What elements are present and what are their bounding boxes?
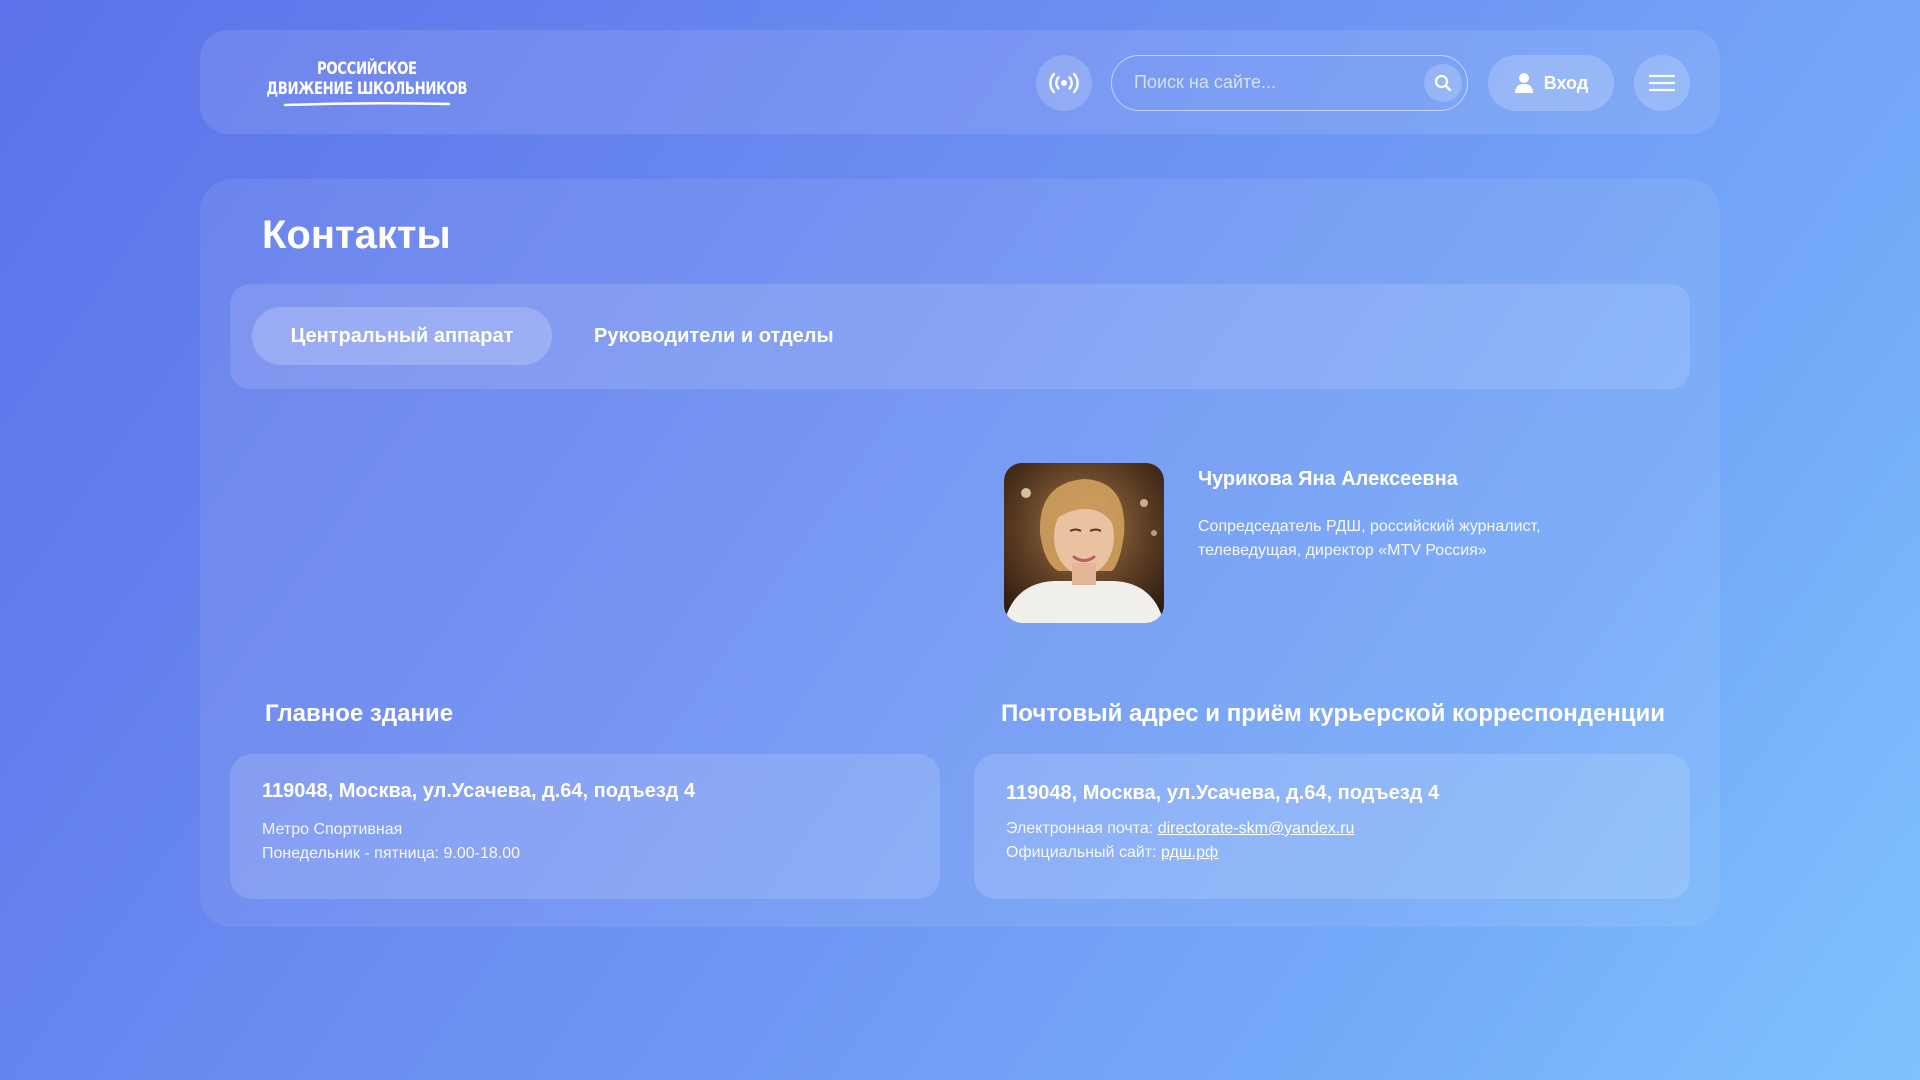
postal-address-card: 119048, Москва, ул.Усачева, д.64, подъез… bbox=[974, 754, 1690, 899]
main-building-address: 119048, Москва, ул.Усачева, д.64, подъез… bbox=[262, 780, 696, 802]
user-icon bbox=[1514, 73, 1533, 93]
site-logo[interactable]: Российское Движение школьников bbox=[228, 52, 478, 114]
login-label: Вход bbox=[1543, 72, 1589, 93]
site-header: Российское Движение школьников Вход bbox=[200, 30, 1720, 134]
person-photo bbox=[1004, 463, 1164, 623]
broadcast-icon bbox=[1049, 72, 1079, 94]
email-link[interactable]: directorate-skm@yandex.ru bbox=[1158, 820, 1355, 837]
working-hours: Понедельник - пятница: 9.00-18.00 bbox=[262, 845, 521, 862]
hamburger-menu-icon bbox=[1649, 74, 1675, 92]
search-icon bbox=[1434, 74, 1452, 92]
site-link[interactable]: рдш.рф bbox=[1161, 844, 1218, 861]
menu-button[interactable] bbox=[1634, 55, 1690, 111]
page-title: Контакты bbox=[262, 213, 451, 257]
site-label: Официальный сайт: bbox=[1006, 844, 1157, 861]
tab-leaders-departments[interactable]: Руководители и отделы bbox=[594, 307, 834, 365]
login-button[interactable]: Вход bbox=[1488, 55, 1614, 111]
postal-address-title: Почтовый адрес и приём курьерской коррес… bbox=[1001, 700, 1666, 727]
search-button[interactable] bbox=[1424, 64, 1462, 102]
search-input[interactable] bbox=[1134, 56, 1404, 109]
logo-underline bbox=[283, 101, 450, 107]
postal-address: 119048, Москва, ул.Усачева, д.64, подъез… bbox=[1006, 782, 1440, 804]
email-line: Электронная почта: directorate-skm@yande… bbox=[1006, 820, 1354, 838]
person-name: Чурикова Яна Алексеевна bbox=[1198, 468, 1458, 490]
logo-wordmark: Российское Движение школьников bbox=[238, 59, 495, 107]
person-description: Сопредседатель РДШ, российский журналист… bbox=[1198, 518, 1541, 559]
tabs-bar: Центральный аппарат Руководители и отдел… bbox=[230, 284, 1690, 389]
metro-info: Метро Спортивная bbox=[262, 821, 403, 838]
broadcast-button[interactable] bbox=[1036, 55, 1092, 111]
main-building-title: Главное здание bbox=[265, 700, 454, 727]
tab-central-office[interactable]: Центральный аппарат bbox=[252, 307, 552, 365]
logo-text-line2: Движение школьников bbox=[266, 79, 468, 99]
main-building-card: 119048, Москва, ул.Усачева, д.64, подъез… bbox=[230, 754, 940, 899]
email-label: Электронная почта: bbox=[1006, 820, 1154, 837]
site-line: Официальный сайт: рдш.рф bbox=[1006, 844, 1218, 862]
contacts-panel: Контакты Центральный аппарат Руководител… bbox=[200, 179, 1720, 927]
logo-text-line1: Российское bbox=[316, 59, 417, 79]
search-box bbox=[1111, 55, 1468, 111]
